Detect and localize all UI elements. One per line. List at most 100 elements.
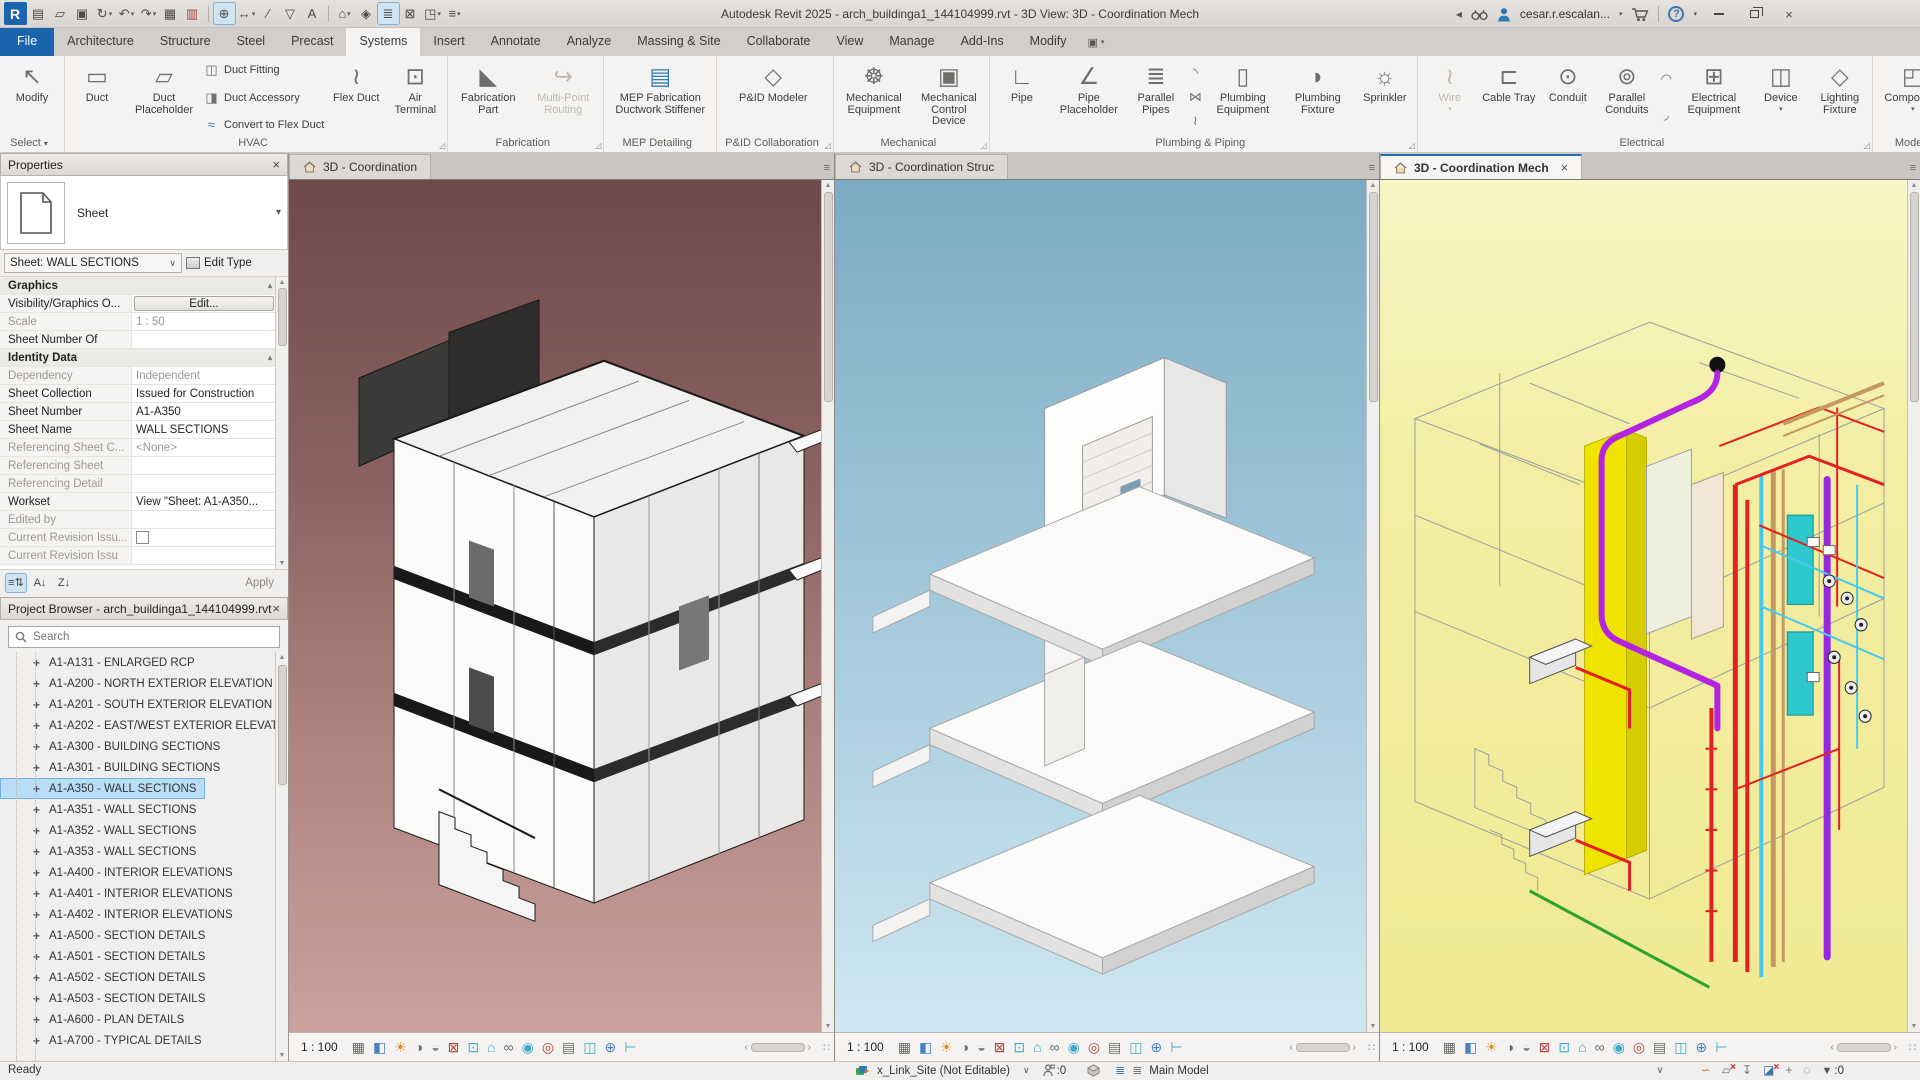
expand-icon[interactable]: + <box>31 719 42 733</box>
expand-icon[interactable]: + <box>31 866 42 880</box>
drag-on-selection-icon[interactable]: + <box>1785 1063 1792 1078</box>
sheet-item[interactable]: + A1-A600 - PLAN DETAILS <box>0 1009 193 1030</box>
unhide-elements-icon[interactable]: ⌂ <box>487 1040 495 1054</box>
tab-view[interactable]: View <box>824 28 877 56</box>
edit-type-button[interactable]: Edit Type <box>186 257 252 269</box>
property-row[interactable]: Sheet Number Of <box>0 331 288 349</box>
sheet-item[interactable]: + A1-A500 - SECTION DETAILS <box>0 925 214 946</box>
expand-icon[interactable]: + <box>31 803 42 817</box>
save-icon[interactable]: ▣ <box>72 3 93 24</box>
property-row[interactable]: Graphics <box>0 277 288 295</box>
view-tab-coordination-mech[interactable]: 3D - Coordination Mech × <box>1380 154 1583 179</box>
new-document-icon[interactable]: ▤ <box>28 3 49 24</box>
component-button[interactable]: ◰Component▾ <box>1876 59 1920 135</box>
synchronize-icon[interactable]: ↻ ▾ <box>94 3 115 24</box>
expand-icon[interactable]: + <box>31 782 42 796</box>
tab-massing-site[interactable]: Massing & Site <box>624 28 733 56</box>
detail-level-icon[interactable]: ▦ <box>1443 1040 1456 1054</box>
status-expand-icon[interactable]: ∨ <box>1656 1065 1663 1076</box>
crop-view-icon[interactable]: ⊠ <box>994 1040 1006 1054</box>
select-underlay-icon[interactable]: ▱ × <box>1722 1062 1736 1078</box>
duct-fitting-button[interactable]: ◫ Duct Fitting <box>204 62 324 78</box>
property-row[interactable]: Workset View "Sheet: A1-A350... <box>0 493 288 511</box>
measure-icon[interactable]: ⊕ <box>213 2 236 25</box>
pipe-fitting-button[interactable]: ◝ <box>1188 65 1203 81</box>
electrical-equipment-button[interactable]: ⊞ Electrical Equipment <box>1677 59 1751 135</box>
sheet-item[interactable]: + A1-A700 - TYPICAL DETAILS <box>0 1030 211 1051</box>
property-row[interactable]: Sheet Collection Issued for Construction <box>0 385 288 403</box>
fabrication-part-button[interactable]: ◣ Fabrication Part <box>451 59 525 135</box>
sort-default-icon[interactable]: ≡⇅ <box>5 572 27 593</box>
expand-icon[interactable]: + <box>31 971 42 985</box>
search-input[interactable] <box>33 631 273 643</box>
properties-palette-header[interactable]: Properties × <box>0 153 288 176</box>
modify-button[interactable]: ↖ Modify <box>3 59 61 135</box>
viewport-coordination-mech[interactable]: ▲ ▼ <box>1380 179 1920 1032</box>
sheet-item[interactable]: + A1-A400 - INTERIOR ELEVATIONS <box>0 862 242 883</box>
thin-lines-icon[interactable]: ≣ <box>377 2 400 25</box>
render-dialog-icon[interactable]: ◒ <box>1522 1040 1530 1054</box>
expand-icon[interactable]: + <box>31 1034 42 1048</box>
active-design-option-dropdown[interactable]: Main Model <box>1149 1065 1208 1077</box>
close-inactive-views-icon[interactable]: ⊠ <box>400 3 421 24</box>
property-row[interactable]: Visibility/Graphics O... Edit... <box>0 295 288 313</box>
crop-region-icon[interactable]: ⊡ <box>1013 1040 1025 1054</box>
reveal-hidden-icon[interactable]: ◉ <box>522 1040 534 1054</box>
sheet-item[interactable]: + A1-A200 - NORTH EXTERIOR ELEVATION <box>0 673 282 694</box>
reveal-constraints-icon[interactable]: ⊢ <box>624 1040 636 1054</box>
parallel-pipes-button[interactable]: ≣ Parallel Pipes <box>1127 59 1185 135</box>
type-selector-dropdown[interactable]: Sheet: WALL SECTIONS ∨ <box>4 253 182 273</box>
displacement-sets-icon[interactable]: ⊕ <box>1151 1040 1163 1054</box>
tab-precast[interactable]: Precast <box>278 28 346 56</box>
property-row[interactable]: Sheet Number A1-A350 <box>0 403 288 421</box>
browser-search[interactable] <box>8 626 280 648</box>
temporary-hide-isolate-icon[interactable]: ∞ <box>504 1040 514 1054</box>
property-row[interactable]: Edited by <box>0 511 288 529</box>
tab-list-menu-icon[interactable]: ≡ <box>1369 162 1375 174</box>
expand-icon[interactable]: + <box>31 887 42 901</box>
render-dialog-icon[interactable]: ◒ <box>977 1040 985 1054</box>
tab-architecture[interactable]: Architecture <box>54 28 147 56</box>
flex-duct-button[interactable]: ≀ Flex Duct <box>327 59 385 135</box>
qat-icon[interactable] <box>328 5 329 22</box>
crop-region-icon[interactable]: ⊡ <box>1558 1040 1570 1054</box>
selection-filter-button[interactable]: ▼ :0 <box>1822 1065 1844 1077</box>
project-browser-header[interactable]: Project Browser - arch_buildinga1_144104… <box>0 597 288 620</box>
shadows-icon[interactable]: ◑ <box>961 1040 969 1054</box>
tab-insert[interactable]: Insert <box>420 28 477 56</box>
design-options-edit-icon[interactable]: ≣ <box>1132 1063 1142 1078</box>
horizontal-scrollbar[interactable]: ‹ › <box>1289 1042 1356 1053</box>
conduit-button[interactable]: ⊙ Conduit <box>1539 59 1597 135</box>
temporary-hide-isolate-icon[interactable]: ∞ <box>1595 1040 1605 1054</box>
show-analytical-icon[interactable]: ◫ <box>1129 1040 1142 1054</box>
visual-style-icon[interactable]: ◧ <box>1464 1040 1477 1054</box>
property-row[interactable]: Identity Data <box>0 349 288 367</box>
detail-level-icon[interactable]: ▦ <box>898 1040 911 1054</box>
sheet-item[interactable]: + A1-A503 - SECTION DETAILS <box>0 988 214 1009</box>
close-icon[interactable]: × <box>272 157 280 172</box>
visual-style-icon[interactable]: ◧ <box>373 1040 386 1054</box>
sun-path-icon[interactable]: ☀ <box>394 1040 407 1054</box>
vertical-scrollbar[interactable]: ▲ ▼ <box>821 180 834 1032</box>
view-tab-coordination[interactable]: 3D - Coordination <box>289 154 432 179</box>
sheet-item[interactable]: + A1-A350 - WALL SECTIONS <box>0 778 206 799</box>
background-processes-icon[interactable]: ◌ <box>1803 1063 1810 1078</box>
detail-level-icon[interactable]: ▦ <box>352 1040 365 1054</box>
unhide-elements-icon[interactable]: ⌂ <box>1033 1040 1041 1054</box>
sort-ascending-icon[interactable]: A↓ <box>30 574 50 592</box>
temporary-hide-isolate-icon[interactable]: ∞ <box>1050 1040 1060 1054</box>
convert-to-flex-duct-button[interactable]: ≈ Convert to Flex Duct <box>204 117 324 132</box>
sort-descending-icon[interactable]: Z↓ <box>54 574 74 592</box>
aligned-dimension-icon[interactable]: ↔ ▾ <box>236 3 257 24</box>
sheet-item[interactable]: + A1-A401 - INTERIOR ELEVATIONS <box>0 883 242 904</box>
qat-icon[interactable] <box>208 5 209 22</box>
unhide-elements-icon[interactable]: ⌂ <box>1578 1040 1586 1054</box>
pipe-button[interactable]: ∟ Pipe <box>993 59 1051 135</box>
tab-collaborate[interactable]: Collaborate <box>734 28 824 56</box>
flex-pipe-button[interactable]: ≀ <box>1188 113 1203 129</box>
shadows-icon[interactable]: ◑ <box>415 1040 423 1054</box>
tab-analyze[interactable]: Analyze <box>554 28 624 56</box>
close-view-icon[interactable]: × <box>1561 160 1569 175</box>
tag-icon[interactable]: ▽ <box>280 3 301 24</box>
expand-icon[interactable]: + <box>31 992 42 1006</box>
